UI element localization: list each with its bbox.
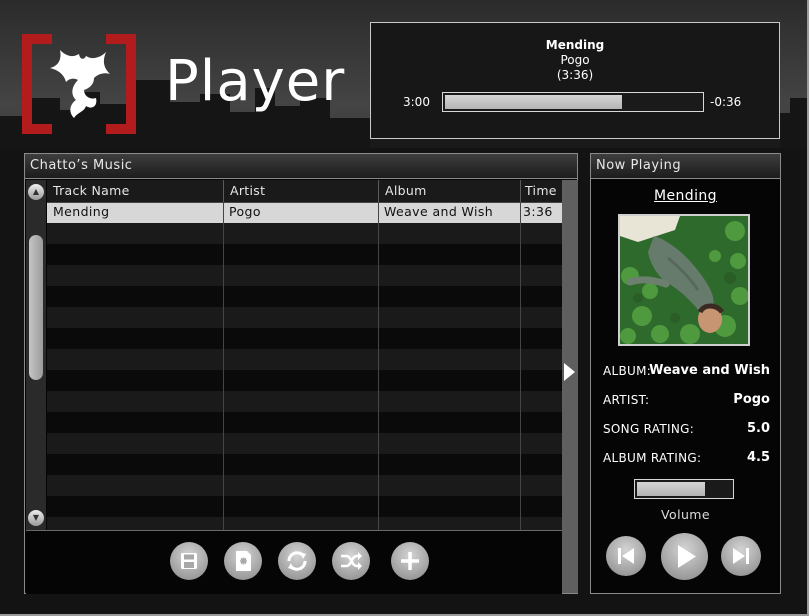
progress-bar[interactable]: [442, 92, 704, 112]
arrow-right-icon[interactable]: [564, 363, 575, 381]
album-label: ALBUM:: [603, 364, 652, 378]
artist-label: ARTIST:: [603, 393, 650, 407]
column-divider: [378, 180, 379, 530]
table-row[interactable]: [47, 412, 562, 433]
table-row[interactable]: [47, 244, 562, 265]
elapsed-time: 3:00: [403, 95, 430, 109]
next-track-button[interactable]: [721, 536, 761, 576]
artist-value: Pogo: [733, 392, 770, 407]
logo-text: Player: [165, 49, 346, 114]
album-art: [618, 214, 750, 346]
new-playlist-button[interactable]: [224, 542, 262, 580]
table-row[interactable]: [47, 391, 562, 412]
now-playing-panel: Mending ALBUM: Weave and Wish ARTIST: Po…: [590, 179, 781, 594]
volume-label: Volume: [661, 507, 710, 522]
track-table: Mending Pogo Weave and Wish 3:36 Track Name…: [47, 180, 562, 530]
shuffle-icon: [341, 552, 362, 570]
now-playing-panel-title: Now Playing: [590, 153, 781, 179]
cell-album: Weave and Wish: [384, 204, 494, 219]
cell-artist: Pogo: [229, 204, 261, 219]
column-header-album[interactable]: Album: [378, 180, 520, 202]
remaining-time: -0:36: [710, 95, 742, 109]
previous-track-button[interactable]: [606, 536, 646, 576]
table-row[interactable]: [47, 475, 562, 496]
collapse-panel-strip[interactable]: [562, 180, 578, 593]
add-button[interactable]: [391, 542, 429, 580]
new-playlist-icon: [236, 551, 251, 571]
table-row[interactable]: [47, 496, 562, 517]
repeat-button[interactable]: [278, 542, 316, 580]
table-row[interactable]: [47, 223, 562, 244]
table-row[interactable]: [47, 265, 562, 286]
table-row[interactable]: Mending Pogo Weave and Wish 3:36: [47, 202, 562, 223]
cell-track-name: Mending: [53, 204, 110, 219]
now-playing-song[interactable]: Mending: [591, 188, 780, 204]
album-rating-label: ALBUM RATING:: [603, 451, 702, 465]
library-panel: ▲ ▼ Mending Pogo Weave and Wish 3:36 Track …: [24, 179, 578, 594]
display-song-title: Mending: [545, 38, 605, 52]
column-divider: [223, 180, 224, 530]
table-row[interactable]: [47, 370, 562, 391]
song-rating-label: SONG RATING:: [603, 422, 695, 436]
skip-forward-icon: [733, 548, 749, 564]
display-duration: (3:36): [556, 68, 594, 82]
scroll-down-button[interactable]: ▼: [28, 510, 44, 526]
now-playing-display: Mending Pogo (3:36) 3:00 -0:36: [370, 22, 780, 139]
play-icon: [678, 545, 696, 568]
volume-slider[interactable]: [634, 479, 734, 499]
table-row[interactable]: [47, 454, 562, 475]
column-header-track-name[interactable]: Track Name: [47, 180, 223, 202]
table-row[interactable]: [47, 286, 562, 307]
shuffle-button[interactable]: [332, 542, 370, 580]
scroll-up-button[interactable]: ▲: [28, 184, 44, 200]
table-row[interactable]: [47, 349, 562, 370]
save-icon: [181, 553, 197, 569]
table-row[interactable]: [47, 517, 562, 530]
scrollbar-thumb[interactable]: [29, 235, 43, 380]
cell-time: 3:36: [523, 204, 553, 219]
display-artist: Pogo: [560, 53, 590, 67]
repeat-icon: [287, 551, 307, 571]
column-divider: [520, 180, 521, 530]
album-cover-image: [620, 216, 748, 344]
column-header-artist[interactable]: Artist: [223, 180, 378, 202]
album-value: Weave and Wish: [649, 363, 770, 378]
add-icon: [401, 552, 419, 570]
progress-bar-fill: [445, 95, 622, 109]
save-button[interactable]: [170, 542, 208, 580]
library-toolbar: [26, 530, 562, 594]
table-row[interactable]: [47, 328, 562, 349]
logo: [22, 34, 136, 134]
header: Player Mending Pogo (3:36) 3:00 -0:36: [0, 0, 807, 148]
table-row[interactable]: [47, 307, 562, 328]
volume-slider-fill: [637, 482, 705, 496]
skip-back-icon: [618, 548, 634, 564]
table-header: Track Name Artist Album Time: [47, 180, 562, 203]
play-button[interactable]: [661, 533, 708, 580]
album-rating-value: 4.5: [746, 450, 770, 465]
library-scrollbar[interactable]: ▲ ▼: [26, 180, 46, 530]
player-window: Player Mending Pogo (3:36) 3:00 -0:36 Ch…: [0, 0, 809, 616]
column-header-time[interactable]: Time: [520, 180, 562, 202]
library-panel-title: Chatto’s Music: [24, 153, 578, 179]
table-row[interactable]: [47, 433, 562, 454]
song-rating-value: 5.0: [746, 421, 770, 436]
